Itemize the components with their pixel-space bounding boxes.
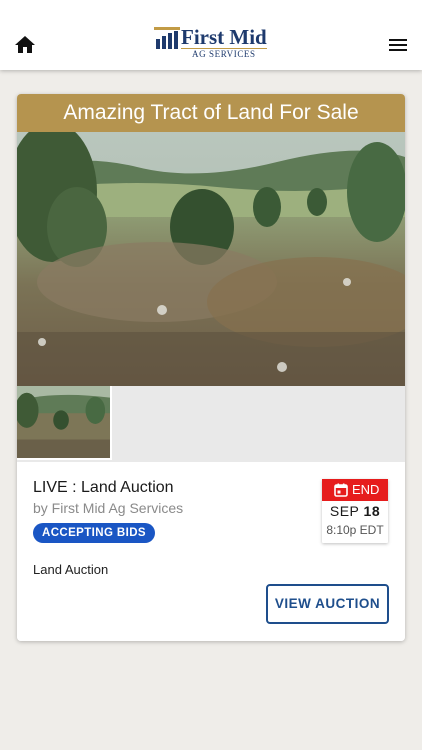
app-header: First Mid AG SERVICES — [0, 0, 422, 70]
logo-mark-icon — [154, 27, 180, 49]
listing-title[interactable]: LIVE : Land Auction — [33, 479, 174, 497]
status-badge: ACCEPTING BIDS — [33, 523, 155, 543]
logo: First Mid AG SERVICES — [154, 25, 270, 61]
end-day: 18 — [363, 503, 381, 519]
calendar-icon — [334, 483, 348, 497]
listing-byline: by First Mid Ag Services — [33, 500, 184, 516]
end-time: 8:10p EDT — [326, 523, 384, 537]
hero-photo[interactable] — [17, 132, 405, 386]
thumbnail-image[interactable] — [17, 386, 112, 460]
hamburger-menu-icon — [389, 39, 407, 51]
logo-subtitle: AG SERVICES — [192, 49, 256, 59]
home-button[interactable] — [13, 33, 37, 57]
end-date-header: END — [322, 479, 388, 501]
listing-info: LIVE : Land Auction by First Mid Ag Serv… — [17, 462, 405, 641]
listing-card: Amazing Tract of Land For Sale LIVE: La… — [17, 94, 405, 641]
logo-title: First Mid — [181, 25, 267, 49]
menu-button[interactable] — [386, 33, 410, 57]
end-month: SEP — [329, 503, 360, 519]
thumbnail-strip — [17, 386, 405, 462]
listing-description: Land Auction — [33, 562, 109, 577]
end-date-value: SEP 18 — [322, 503, 388, 519]
end-label: END — [352, 482, 380, 497]
home-icon — [15, 36, 35, 53]
listing-banner-title: Amazing Tract of Land For Sale — [17, 94, 405, 132]
view-auction-button[interactable]: VIEW AUCTION — [266, 584, 389, 624]
auction-end-date: END SEP 18 8:10p EDT — [322, 479, 388, 543]
